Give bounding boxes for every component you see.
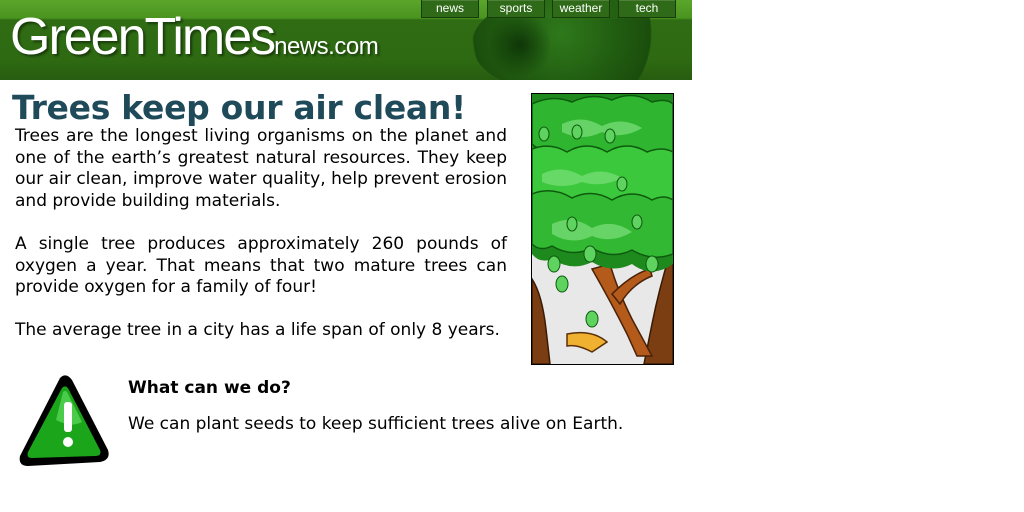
nav-news-button[interactable]: news xyxy=(421,0,479,18)
nav-sports-button[interactable]: sports xyxy=(487,0,545,18)
callout-title: What can we do? xyxy=(128,378,291,398)
nav-tech-button[interactable]: tech xyxy=(618,0,676,18)
warning-icon xyxy=(16,372,112,468)
article-body: Trees are the longest living organisms o… xyxy=(15,126,507,364)
tree-illustration xyxy=(531,93,674,365)
site-logo[interactable]: GreenTimesnews.com xyxy=(10,2,379,72)
article-paragraph: Trees are the longest living organisms o… xyxy=(15,126,507,211)
nav-weather-button[interactable]: weather xyxy=(552,0,610,18)
globe-shadow xyxy=(490,10,550,80)
article-paragraph: A single tree produces approximately 260… xyxy=(15,233,507,298)
article-paragraph: The average tree in a city has a life sp… xyxy=(15,320,500,341)
logo-suffix-text: news.com xyxy=(274,33,379,60)
article-headline: Trees keep our air clean! xyxy=(12,88,466,127)
logo-main-text: GreenTimes xyxy=(10,8,276,66)
callout-text: We can plant seeds to keep sufficient tr… xyxy=(128,414,624,434)
site-header: GreenTimesnews.com news sports weather t… xyxy=(0,0,692,80)
